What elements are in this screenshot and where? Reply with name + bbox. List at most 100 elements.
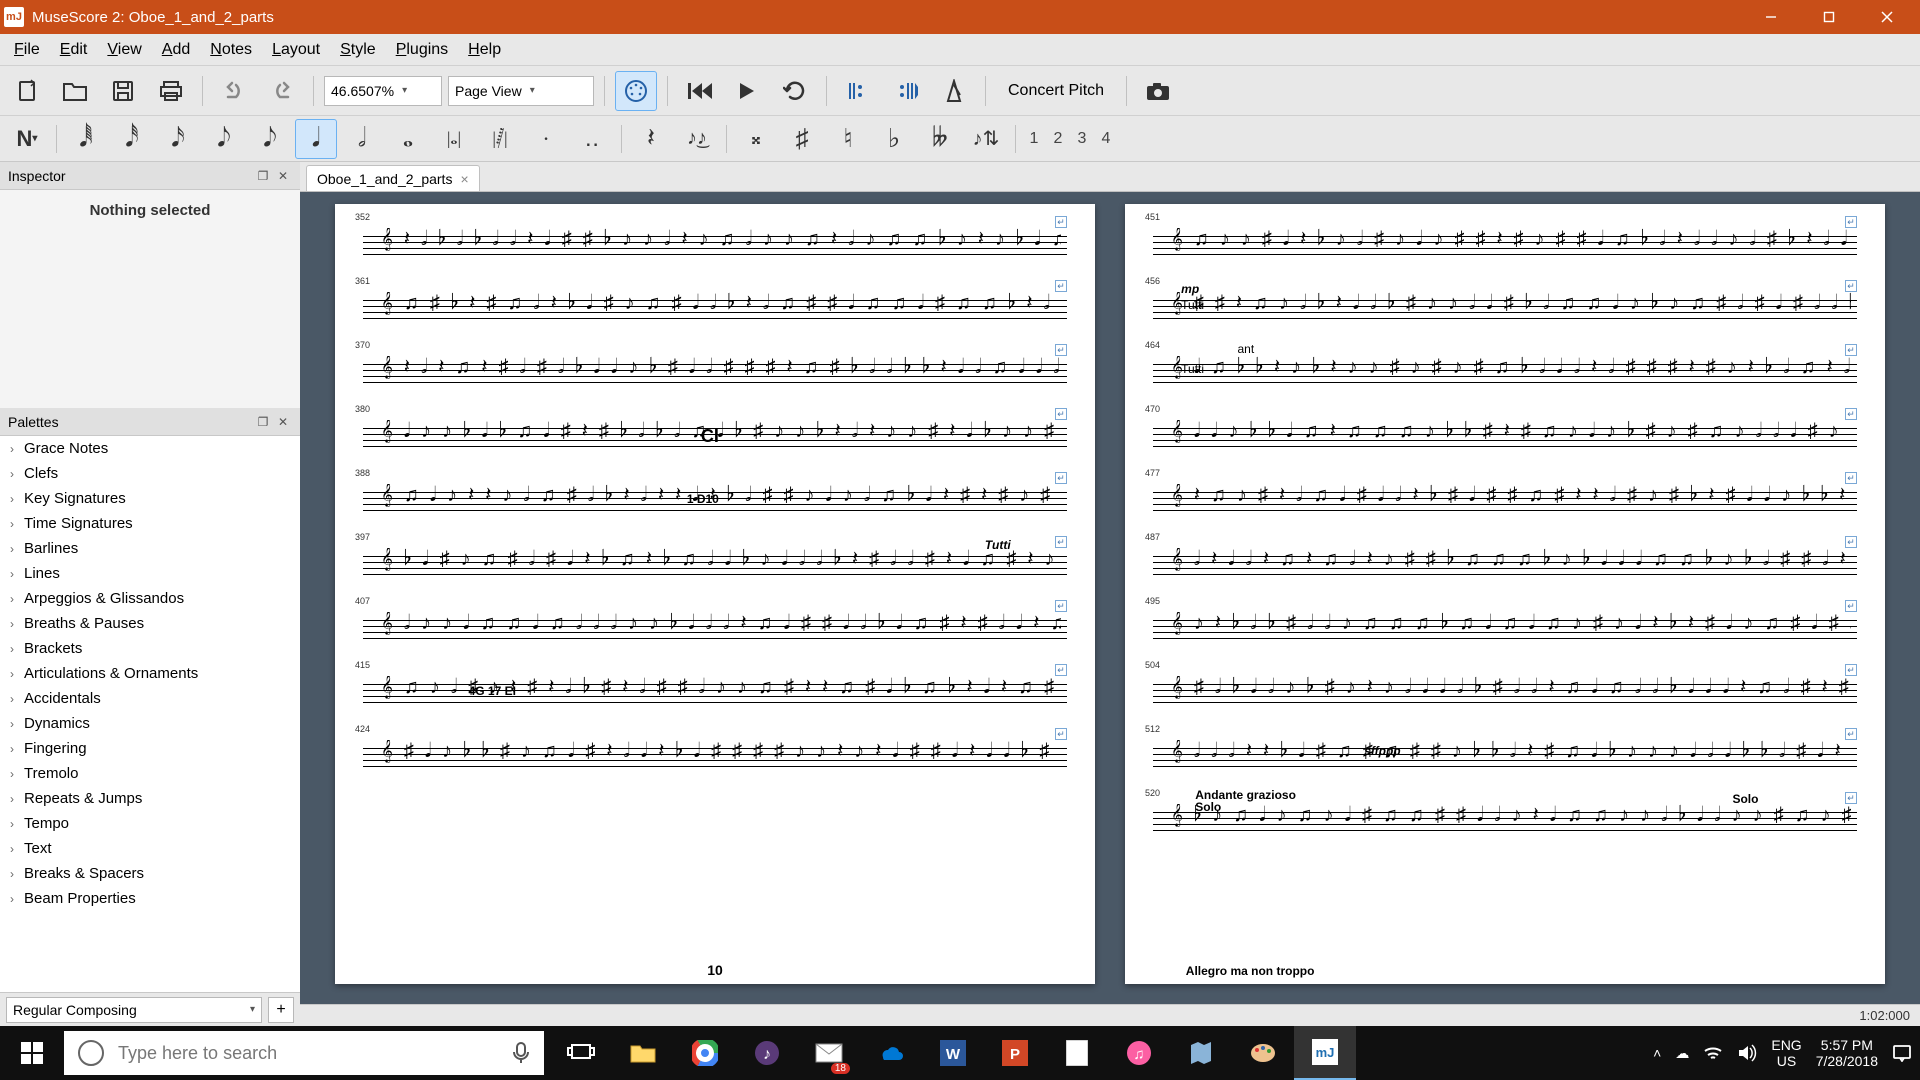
- loop-in-button[interactable]: [837, 71, 879, 111]
- print-button[interactable]: [150, 71, 192, 111]
- play-button[interactable]: [726, 71, 768, 111]
- duration-8th[interactable]: 𝅘𝅥𝅮: [203, 119, 245, 159]
- staff-system[interactable]: 370↵𝄞 𝄽 𝅗𝅥 𝄽 ♫ 𝄽 ♯ 𝅗𝅥 ♯ 𝅗𝅥 ♭ 𝅘𝅥 𝅘𝅥 ♪ ♭ ♯…: [363, 350, 1067, 402]
- palette-item[interactable]: ›Tempo: [0, 811, 300, 836]
- staff-system[interactable]: 456↵𝄞 ♯ ♯ 𝄽 ♫ ♪ 𝅗𝅥 ♭ 𝄽 𝅘𝅥 𝅗𝅥 ♭ ♯ ♪ ♪ 𝅗𝅥 …: [1153, 286, 1857, 338]
- menu-notes[interactable]: Notes: [200, 37, 262, 63]
- flat-button[interactable]: ♭: [873, 119, 915, 159]
- staff-system[interactable]: 504↵𝄞 ♯ 𝅗𝅥 ♭ 𝅘𝅥 𝅗𝅥 ♪ ♭ ♯ ♪ 𝄽 ♪ 𝅗𝅥 𝅘𝅥 𝅘𝅥 …: [1153, 670, 1857, 722]
- score-canvas[interactable]: 10 352↵𝄞 𝄽 𝅗𝅥 ♭ 𝅗𝅥 ♭ 𝅗𝅥 𝅗𝅥 𝄽 𝅘𝅥 ♯ ♯ ♭ ♪ …: [300, 192, 1920, 1004]
- staff-system[interactable]: 388↵𝄞 ♫ 𝅘𝅥 ♪ 𝄽 𝄽 ♪ 𝅗𝅥 ♫ ♯ 𝅗𝅥 ♭ 𝄽 𝅗𝅥 𝄽 𝄽 …: [363, 478, 1067, 530]
- duration-half[interactable]: 𝅗𝅥: [341, 119, 383, 159]
- menu-add[interactable]: Add: [152, 37, 200, 63]
- tray-overflow-icon[interactable]: ˄: [1653, 1045, 1661, 1061]
- staff-system[interactable]: 424↵𝄞 ♯ 𝅘𝅥 ♪ ♭ ♭ ♯ ♪ ♫ 𝅘𝅥 ♯ 𝄽 𝅗𝅥 𝅘𝅥 𝄽 ♭ …: [363, 734, 1067, 786]
- menu-file[interactable]: File: [4, 37, 50, 63]
- double-flat-button[interactable]: 𝄫: [919, 119, 961, 159]
- palette-item[interactable]: ›Breaths & Pauses: [0, 611, 300, 636]
- voice-1[interactable]: 1: [1024, 130, 1044, 148]
- palette-item[interactable]: ›Lines: [0, 561, 300, 586]
- inspector-float-button[interactable]: ❐: [254, 167, 272, 185]
- natural-button[interactable]: ♮: [827, 119, 869, 159]
- undo-button[interactable]: [213, 71, 255, 111]
- inspector-close-button[interactable]: ✕: [274, 167, 292, 185]
- word-app[interactable]: W: [922, 1026, 984, 1080]
- palette-item[interactable]: ›Grace Notes: [0, 436, 300, 461]
- add-workspace-button[interactable]: +: [268, 997, 294, 1023]
- palette-item[interactable]: ›Barlines: [0, 536, 300, 561]
- staff-system[interactable]: 407↵𝄞 𝅗𝅥 ♪ ♪ 𝅘𝅥 ♫ ♫ 𝅘𝅥 ♫ 𝅗𝅥 𝅗𝅥 𝅗𝅥 ♪ ♪ ♭ …: [363, 606, 1067, 658]
- mail-app[interactable]: 18: [798, 1026, 860, 1080]
- maximize-button[interactable]: [1800, 0, 1858, 34]
- palette-item[interactable]: ›Beam Properties: [0, 886, 300, 911]
- concert-pitch-button[interactable]: Concert Pitch: [996, 74, 1116, 108]
- voice-4[interactable]: 4: [1096, 130, 1116, 148]
- palette-item[interactable]: ›Breaks & Spacers: [0, 861, 300, 886]
- language-indicator[interactable]: ENGUS: [1771, 1037, 1801, 1069]
- menu-edit[interactable]: Edit: [50, 37, 98, 63]
- sharp-button[interactable]: ♯: [781, 119, 823, 159]
- menu-layout[interactable]: Layout: [262, 37, 330, 63]
- flip-button[interactable]: ♪⇅: [965, 119, 1007, 159]
- palette-item[interactable]: ›Brackets: [0, 636, 300, 661]
- notifications-icon[interactable]: [1892, 1044, 1912, 1062]
- midi-input-button[interactable]: [615, 71, 657, 111]
- wifi-icon[interactable]: [1703, 1045, 1723, 1061]
- menu-style[interactable]: Style: [330, 37, 386, 63]
- palette-item[interactable]: ›Tremolo: [0, 761, 300, 786]
- staff-system[interactable]: 470↵𝄞 𝅘𝅥 𝅘𝅥 ♪ ♭ ♭ 𝅘𝅥 ♫ 𝄽 ♫ ♫ ♫ ♪ ♭ ♭ ♯ 𝄽…: [1153, 414, 1857, 466]
- duration-quarter[interactable]: 𝅘𝅥: [295, 119, 337, 159]
- staff-system[interactable]: 352↵𝄞 𝄽 𝅗𝅥 ♭ 𝅗𝅥 ♭ 𝅗𝅥 𝅗𝅥 𝄽 𝅘𝅥 ♯ ♯ ♭ ♪ ♪ 𝅗…: [363, 222, 1067, 274]
- score-page-left[interactable]: 10 352↵𝄞 𝄽 𝅗𝅥 ♭ 𝅗𝅥 ♭ 𝅗𝅥 𝅗𝅥 𝄽 𝅘𝅥 ♯ ♯ ♭ ♪ …: [335, 204, 1095, 984]
- score-tab[interactable]: Oboe_1_and_2_parts ×: [306, 165, 480, 191]
- duration-8th-2[interactable]: 𝅘𝅥𝅮: [249, 119, 291, 159]
- close-tab-button[interactable]: ×: [460, 171, 468, 187]
- staff-system[interactable]: 520↵𝄞 ♭ ♪ ♫ 𝅘𝅥 ♪ ♫ ♪ 𝅘𝅥 ♯ ♫ ♫ ♯ ♯ 𝅘𝅥 𝅗𝅥 …: [1153, 798, 1857, 850]
- loop-button[interactable]: [774, 71, 816, 111]
- zoom-select[interactable]: 46.6507%▾: [324, 76, 442, 106]
- duration-breve[interactable]: |𝅝|: [433, 119, 475, 159]
- palettes-close-button[interactable]: ✕: [274, 413, 292, 431]
- palette-item[interactable]: ›Repeats & Jumps: [0, 786, 300, 811]
- chrome-app[interactable]: [674, 1026, 736, 1080]
- palettes-list[interactable]: ›Grace Notes›Clefs›Key Signatures›Time S…: [0, 436, 300, 992]
- duration-32nd[interactable]: 𝅘𝅥𝅰: [111, 119, 153, 159]
- metronome-button[interactable]: [933, 71, 975, 111]
- minimize-button[interactable]: [1742, 0, 1800, 34]
- screenshot-button[interactable]: [1137, 71, 1179, 111]
- notepad-app[interactable]: [1046, 1026, 1108, 1080]
- palette-item[interactable]: ›Accidentals: [0, 686, 300, 711]
- itunes-app[interactable]: ♫: [1108, 1026, 1170, 1080]
- rest-button[interactable]: 𝄽: [630, 119, 672, 159]
- staff-system[interactable]: 415↵𝄞 ♫ ♪ 𝅗𝅥 ♯ ♪ 𝄽 ♯ 𝄽 𝅗𝅥 ♭ ♯ 𝄽 𝅗𝅥 ♯ ♯ 𝅗…: [363, 670, 1067, 722]
- score-page-right[interactable]: 451↵𝄞 ♫ ♪ ♪ ♯ 𝅘𝅥 𝄽 ♭ ♪ 𝅗𝅥 ♯ ♪ 𝅘𝅥 ♪ ♯ ♯ 𝄽…: [1125, 204, 1885, 984]
- paint-app[interactable]: [1232, 1026, 1294, 1080]
- mic-icon[interactable]: [512, 1041, 530, 1065]
- staff-system[interactable]: 464↵𝄞 𝅘𝅥 ♫ ♭ ♭ 𝄽 ♪ ♭ 𝄽 ♪ ♪ ♯ ♪ ♯ ♪ ♯ ♫ ♭…: [1153, 350, 1857, 402]
- menu-view[interactable]: View: [97, 37, 151, 63]
- double-dot-button[interactable]: ‥: [571, 119, 613, 159]
- start-button[interactable]: [0, 1026, 64, 1080]
- palettes-float-button[interactable]: ❐: [254, 413, 272, 431]
- duration-whole[interactable]: 𝅝: [387, 119, 429, 159]
- palette-item[interactable]: ›Text: [0, 836, 300, 861]
- palette-item[interactable]: ›Dynamics: [0, 711, 300, 736]
- music-app[interactable]: ♪: [736, 1026, 798, 1080]
- duration-16th[interactable]: 𝅘𝅥𝅯: [157, 119, 199, 159]
- volume-icon[interactable]: [1737, 1044, 1757, 1062]
- rewind-button[interactable]: [678, 71, 720, 111]
- voice-2[interactable]: 2: [1048, 130, 1068, 148]
- staff-system[interactable]: 380↵𝄞 𝅘𝅥 ♪ ♪ ♭ 𝅘𝅥 ♭ ♫ 𝅘𝅥 ♯ 𝄽 ♯ ♭ 𝅗𝅥 ♭ 𝅗𝅥…: [363, 414, 1067, 466]
- powerpoint-app[interactable]: P: [984, 1026, 1046, 1080]
- staff-system[interactable]: 512↵𝄞 𝅗𝅥 𝅗𝅥 𝅗𝅥 𝄽 𝄽 ♭ 𝅘𝅥 ♯ ♫ ♯ ♫ ♯ ♯ ♪ ♭ …: [1153, 734, 1857, 786]
- explorer-app[interactable]: [612, 1026, 674, 1080]
- menu-help[interactable]: Help: [458, 37, 511, 63]
- staff-system[interactable]: 451↵𝄞 ♫ ♪ ♪ ♯ 𝅘𝅥 𝄽 ♭ ♪ 𝅗𝅥 ♯ ♪ 𝅘𝅥 ♪ ♯ ♯ 𝄽…: [1153, 222, 1857, 274]
- menu-plugins[interactable]: Plugins: [386, 37, 458, 63]
- staff-system[interactable]: 361↵𝄞 ♫ ♯ ♭ 𝄽 ♯ ♫ 𝅗𝅥 𝄽 ♭ 𝅘𝅥 ♯ ♪ ♫ ♯ 𝅘𝅥 𝅗…: [363, 286, 1067, 338]
- new-score-button[interactable]: [6, 71, 48, 111]
- staff-system[interactable]: 397↵𝄞 ♭ 𝅘𝅥 ♯ ♪ ♫ ♯ 𝅗𝅥 ♯ 𝅘𝅥 𝄽 ♭ ♫ 𝄽 ♭ ♫ 𝅗…: [363, 542, 1067, 594]
- loop-out-button[interactable]: [885, 71, 927, 111]
- clock[interactable]: 5:57 PM7/28/2018: [1816, 1037, 1878, 1069]
- onedrive-app[interactable]: [860, 1026, 922, 1080]
